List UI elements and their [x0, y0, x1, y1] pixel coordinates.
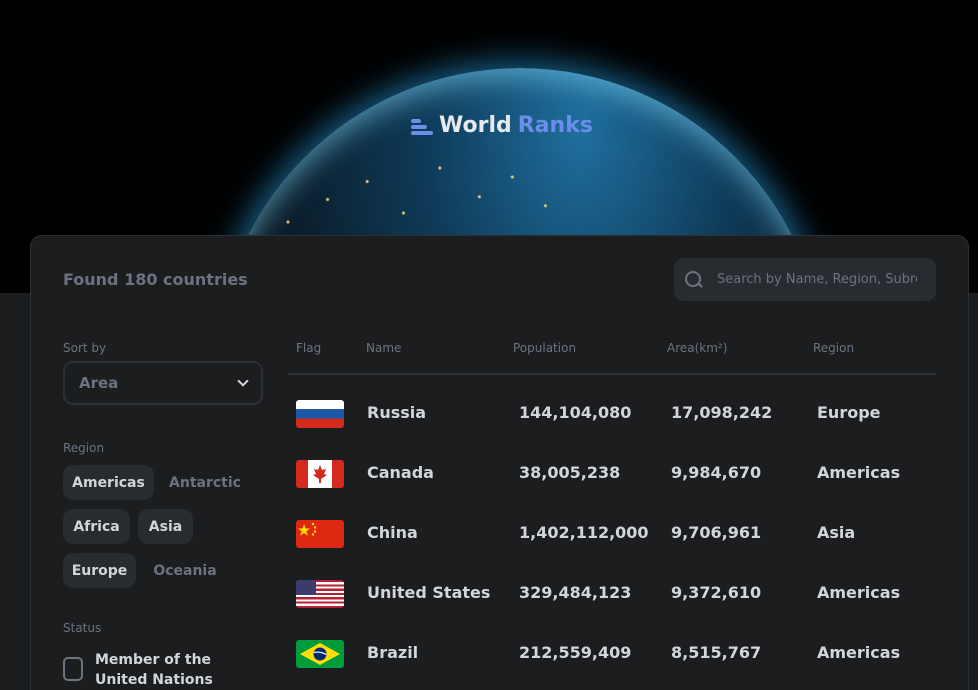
results-count: Found 180 countries	[63, 270, 248, 289]
country-region: Asia	[817, 523, 856, 542]
region-chip-europe[interactable]: Europe	[63, 553, 136, 588]
header-population: Population	[513, 341, 577, 355]
table-row[interactable]: China 1,402,112,000 9,706,961 Asia	[288, 503, 936, 563]
russia-flag-icon	[296, 400, 344, 428]
logo: World Ranks	[411, 113, 593, 138]
table-row[interactable]: Russia 144,104,080 17,098,242 Europe	[288, 383, 936, 443]
region-chip-label: Africa	[73, 518, 120, 535]
sort-select[interactable]: Area	[63, 361, 263, 405]
china-flag-icon	[296, 520, 344, 548]
brazil-flag-icon	[296, 640, 344, 668]
country-region: Americas	[817, 583, 901, 602]
country-name: Brazil	[367, 643, 419, 662]
status-label: Status	[63, 621, 102, 635]
bars-icon	[411, 117, 433, 135]
table-header: Flag Name Population Area(km²) Region	[288, 341, 936, 375]
country-area: 9,984,670	[671, 463, 762, 482]
chevron-down-icon	[237, 375, 249, 387]
country-area: 8,515,767	[671, 643, 762, 662]
table-row[interactable]: Canada 38,005,238 9,984,670 Americas	[288, 443, 936, 503]
search-box[interactable]	[674, 258, 936, 301]
search-icon	[684, 270, 704, 290]
country-region: Americas	[817, 463, 901, 482]
logo-title-part-1: World	[439, 113, 512, 138]
region-chip-antarctic[interactable]: Antarctic	[162, 465, 248, 500]
region-chip-oceania[interactable]: Oceania	[144, 553, 226, 588]
country-region: Americas	[817, 643, 901, 662]
sort-value: Area	[79, 374, 119, 392]
country-population: 329,484,123	[519, 583, 632, 602]
un-member-label[interactable]: Member of the United Nations	[95, 650, 265, 690]
header-area: Area(km²)	[667, 341, 728, 355]
region-chip-africa[interactable]: Africa	[63, 509, 130, 544]
country-area: 9,372,610	[671, 583, 762, 602]
country-population: 38,005,238	[519, 463, 621, 482]
country-area: 17,098,242	[671, 403, 773, 422]
region-chip-asia[interactable]: Asia	[138, 509, 193, 544]
main-panel: Found 180 countries Sort by Area Region …	[30, 235, 969, 690]
region-chip-label: Asia	[148, 518, 183, 535]
region-chip-label: Europe	[71, 562, 128, 579]
country-area: 9,706,961	[671, 523, 762, 542]
un-member-checkbox[interactable]	[63, 657, 83, 681]
region-chip-label: Antarctic	[169, 474, 241, 491]
us-flag-icon	[296, 580, 344, 608]
country-name: China	[367, 523, 418, 542]
city-lights	[255, 150, 585, 240]
canada-flag-icon	[296, 460, 344, 488]
region-chip-label: Americas	[72, 474, 145, 491]
region-chip-americas[interactable]: Americas	[63, 465, 154, 500]
region-chip-label: Oceania	[153, 562, 217, 579]
header-region: Region	[813, 341, 855, 355]
country-population: 144,104,080	[519, 403, 632, 422]
header-flag: Flag	[296, 341, 322, 355]
sort-label: Sort by	[63, 341, 107, 355]
table-row[interactable]: United States 329,484,123 9,372,610 Amer…	[288, 563, 936, 623]
country-region: Europe	[817, 403, 881, 422]
country-name: Russia	[367, 403, 427, 422]
country-population: 212,559,409	[519, 643, 632, 662]
country-name: Canada	[367, 463, 434, 482]
region-label: Region	[63, 441, 105, 455]
country-population: 1,402,112,000	[519, 523, 649, 542]
table-row[interactable]: Brazil 212,559,409 8,515,767 Americas	[288, 623, 936, 683]
country-name: United States	[367, 583, 491, 602]
logo-title-part-2: Ranks	[517, 113, 593, 138]
search-input[interactable]	[717, 272, 917, 287]
header-name: Name	[366, 341, 402, 355]
